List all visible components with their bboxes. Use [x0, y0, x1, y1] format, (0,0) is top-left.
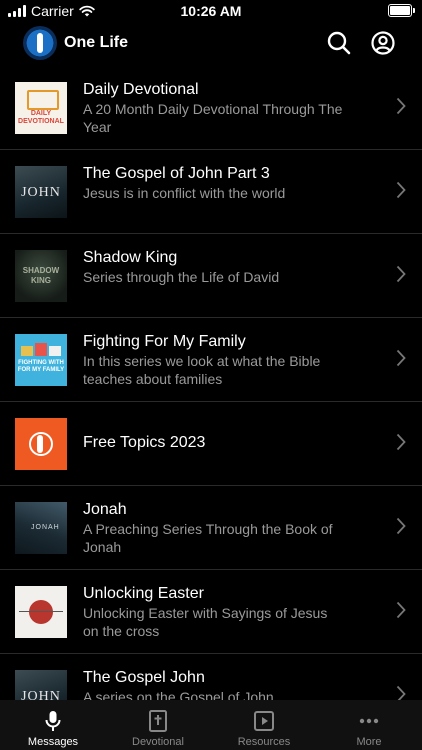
- chevron-right-icon: [396, 349, 406, 367]
- list-item[interactable]: FIGHTING WITH FOR MY FAMILY Fighting For…: [0, 318, 422, 402]
- list-item[interactable]: Unlocking Easter Unlocking Easter with S…: [0, 570, 422, 654]
- tab-resources[interactable]: Resources: [214, 700, 314, 750]
- list-item-text: Daily Devotional A 20 Month Daily Devoti…: [83, 80, 343, 136]
- chevron-right-icon: [396, 601, 406, 619]
- list-item-subtitle: A 20 Month Daily Devotional Through The …: [83, 101, 343, 135]
- thumbnail: JONAH: [15, 502, 67, 554]
- list-item[interactable]: JOHN The Gospel John A series on the Gos…: [0, 654, 422, 700]
- list-item-text: Fighting For My Family In this series we…: [83, 332, 343, 388]
- status-bar: Carrier 10:26 AM: [0, 0, 422, 22]
- microphone-icon: [45, 711, 61, 731]
- more-icon: [359, 718, 379, 724]
- list-item[interactable]: Free Topics 2023: [0, 402, 422, 486]
- series-list: DAILY DEVOTIONAL Daily Devotional A 20 M…: [0, 66, 422, 700]
- list-item-title: Shadow King: [83, 249, 178, 266]
- app-title: One Life: [64, 34, 129, 51]
- tab-label: Devotional: [132, 736, 184, 748]
- search-icon[interactable]: [326, 30, 352, 56]
- list-item-title: Free Topics 2023: [83, 434, 206, 451]
- thumbnail: [15, 418, 67, 470]
- list-item-subtitle: A Preaching Series Through the Book of J…: [83, 521, 333, 555]
- list-item[interactable]: SHADOW KING Shadow King Series through t…: [0, 234, 422, 318]
- thumbnail: FIGHTING WITH FOR MY FAMILY: [15, 334, 67, 386]
- list-item-text: Shadow King Series through the Life of D…: [83, 248, 343, 286]
- tab-more[interactable]: More: [319, 700, 419, 750]
- list-item-title: The Gospel of John Part 3: [83, 165, 270, 182]
- thumbnail: JOHN: [15, 670, 67, 700]
- account-icon[interactable]: [370, 30, 396, 56]
- app-logo: [23, 26, 57, 60]
- list-item-text: The Gospel of John Part 3 Jesus is in co…: [83, 164, 343, 202]
- list-item[interactable]: JONAH Jonah A Preaching Series Through t…: [0, 486, 422, 570]
- chevron-right-icon: [396, 433, 406, 451]
- status-time: 10:26 AM: [180, 3, 242, 19]
- chevron-right-icon: [396, 181, 406, 199]
- list-item-text: Unlocking Easter Unlocking Easter with S…: [83, 584, 343, 640]
- list-item[interactable]: JOHN The Gospel of John Part 3 Jesus is …: [0, 150, 422, 234]
- chevron-right-icon: [396, 517, 406, 535]
- battery-icon: [388, 4, 415, 17]
- chevron-right-icon: [396, 97, 406, 115]
- tab-devotional[interactable]: Devotional: [108, 700, 208, 750]
- list-item-text: Free Topics 2023: [83, 433, 343, 453]
- thumbnail: SHADOW KING: [15, 250, 67, 302]
- list-item-subtitle: In this series we look at what the Bible…: [83, 353, 321, 387]
- list-item-text: Jonah A Preaching Series Through the Boo…: [83, 500, 343, 556]
- chevron-right-icon: [396, 685, 406, 700]
- list-item-title: Unlocking Easter: [83, 585, 204, 602]
- tab-label: Resources: [237, 736, 291, 748]
- bible-icon: [149, 710, 167, 732]
- list-item-title: Jonah: [83, 501, 127, 518]
- thumbnail: JOHN: [15, 166, 67, 218]
- thumbnail: DAILY DEVOTIONAL: [15, 82, 67, 134]
- list-item-subtitle: Jesus is in conflict with the world: [83, 185, 286, 201]
- list-item-subtitle: Unlocking Easter with Sayings of Jesus o…: [83, 605, 328, 639]
- list-item-text: The Gospel John A series on the Gospel o…: [83, 668, 343, 700]
- list-item-subtitle: A series on the Gospel of John: [83, 689, 274, 700]
- thumbnail: [15, 586, 67, 638]
- tab-label: Messages: [27, 736, 79, 748]
- list-item[interactable]: DAILY DEVOTIONAL Daily Devotional A 20 M…: [0, 66, 422, 150]
- chevron-right-icon: [396, 265, 406, 283]
- list-item-title: Daily Devotional: [83, 81, 199, 98]
- tab-label: More: [356, 736, 382, 748]
- list-item-title: Fighting For My Family: [83, 333, 246, 350]
- tab-bar: Messages Devotional Resources More: [0, 700, 422, 750]
- app-header: One Life: [0, 24, 422, 64]
- tab-messages[interactable]: Messages: [3, 700, 103, 750]
- play-icon: [254, 711, 274, 731]
- list-item-title: The Gospel John: [83, 669, 205, 686]
- list-item-subtitle: Series through the Life of David: [83, 269, 280, 285]
